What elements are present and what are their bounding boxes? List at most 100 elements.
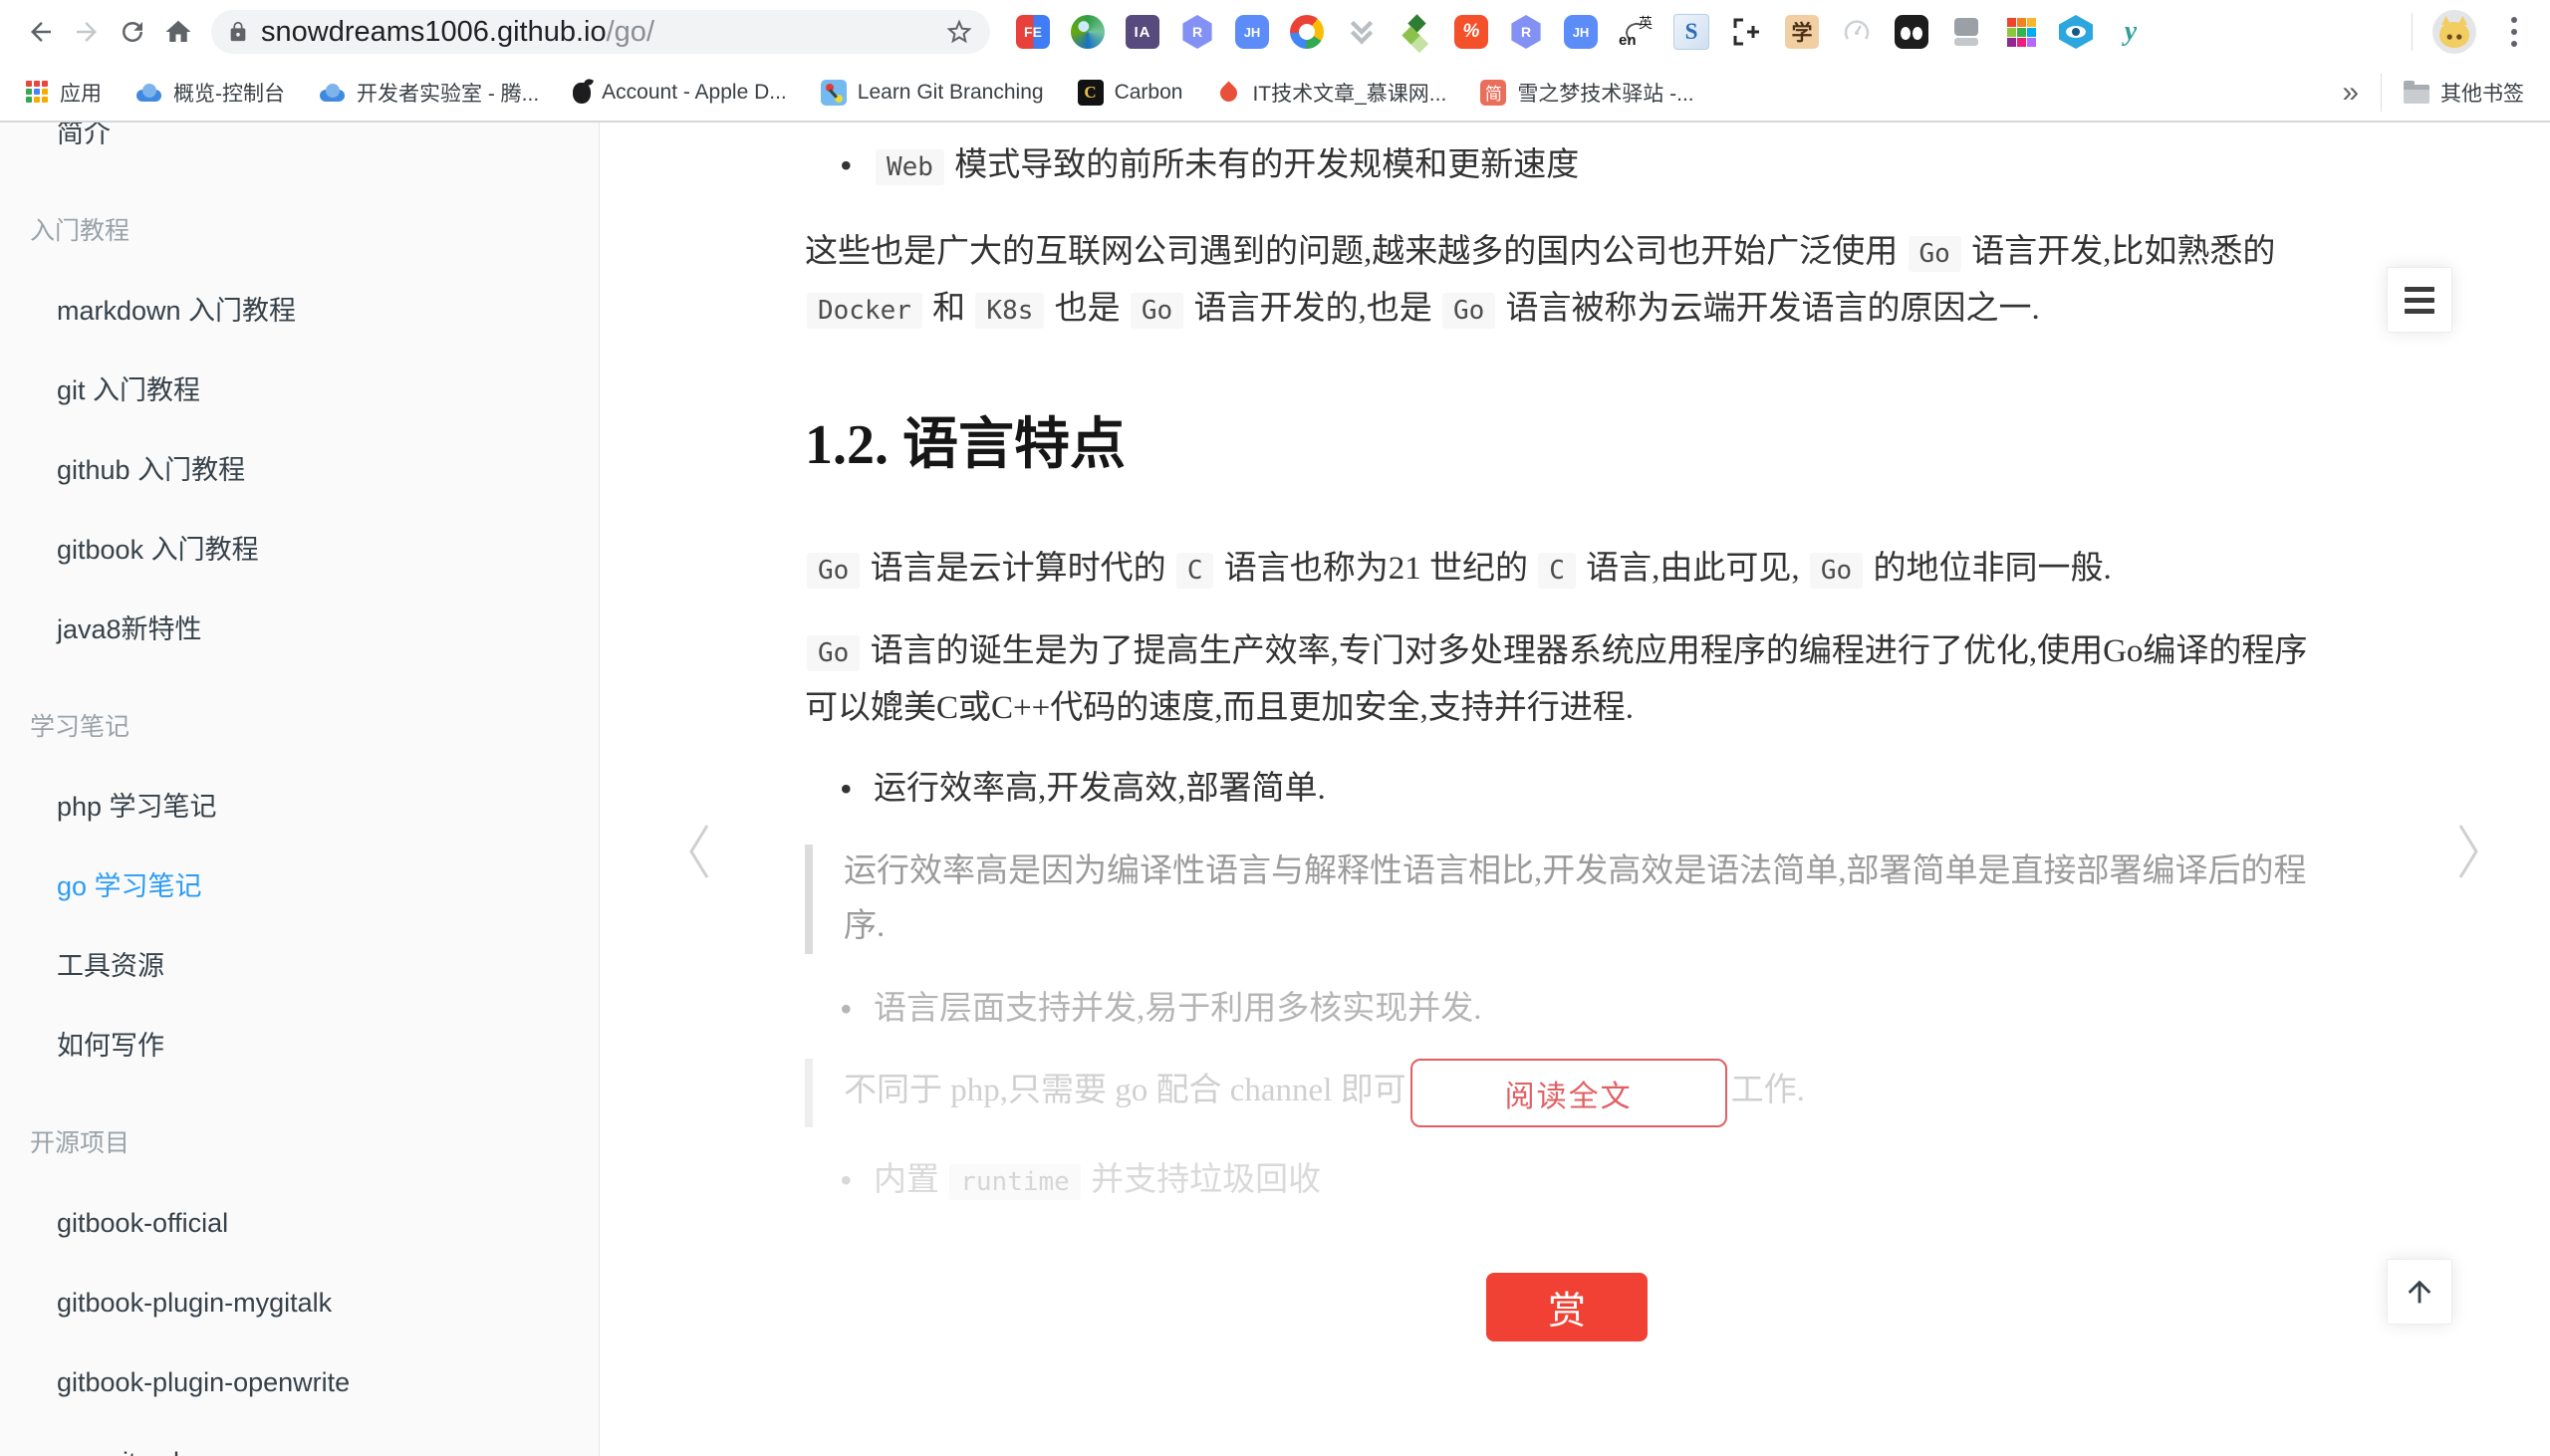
- s-letter-extension-icon[interactable]: S: [1673, 14, 1709, 50]
- list-item: 内置 runtime 并支持垃圾回收: [840, 1153, 2329, 1210]
- list-item: Web 模式导致的前所未有的开发规模和更新速度: [840, 138, 2329, 195]
- sidebar-item[interactable]: php 学习笔记: [0, 767, 599, 847]
- sidebar-section-header: 入门教程: [0, 191, 599, 271]
- sidebar-item[interactable]: git 入门教程: [0, 351, 599, 430]
- bookmark-item[interactable]: Account - Apple D...: [573, 81, 787, 105]
- screenshot-crop-extension-icon[interactable]: [1730, 15, 1764, 49]
- feature-list-faded: 语言层面支持并发,易于利用多核实现并发.: [805, 982, 2329, 1037]
- hamburger-icon: [2405, 287, 2434, 292]
- idm-globe-extension-icon[interactable]: [1071, 15, 1105, 49]
- url-host: snowdreams1006.github.io: [261, 16, 607, 48]
- bookmark-label: Learn Git Branching: [858, 81, 1044, 105]
- color-ring-extension-icon[interactable]: [1290, 15, 1324, 49]
- toc-hamburger-button[interactable]: [2387, 267, 2452, 333]
- sidebar-item[interactable]: gitbook-plugin-openwrite: [0, 1342, 599, 1422]
- chevron-right-icon: [2454, 820, 2484, 883]
- sidebar-item[interactable]: java8新特性: [0, 590, 599, 669]
- qcloud-favicon-icon: [135, 84, 162, 102]
- r-hexagon-extension-icon-2[interactable]: R: [1509, 15, 1543, 49]
- back-icon: [26, 17, 56, 47]
- jh-extension-icon[interactable]: JH: [1235, 15, 1269, 49]
- bookmarks-overflow-chevron[interactable]: »: [2342, 78, 2359, 108]
- home-button[interactable]: [155, 9, 201, 55]
- bookmark-item[interactable]: 概览-控制台: [135, 78, 285, 108]
- sidebar-item[interactable]: security-plus: [0, 1422, 599, 1456]
- bookmark-item[interactable]: 简 雪之梦技术驿站 -...: [1480, 78, 1693, 108]
- seal-character-extension-icon[interactable]: 学: [1785, 15, 1819, 49]
- sidebar-item[interactable]: markdown 入门教程: [0, 271, 599, 351]
- reload-button[interactable]: [110, 9, 155, 55]
- content-area: Web 模式导致的前所未有的开发规模和更新速度 这些也是广大的互联网公司遇到的问…: [600, 122, 2550, 1456]
- sidebar-item[interactable]: github 入门教程: [0, 430, 599, 510]
- other-bookmarks-folder[interactable]: 其他书签: [2404, 78, 2524, 108]
- avatar-cat-face: [2439, 22, 2469, 48]
- arrow-up-icon: [2403, 1275, 2436, 1309]
- read-full-button[interactable]: 阅读全文: [1410, 1059, 1727, 1127]
- gitbook-sidebar: 简介 入门教程 markdown 入门教程 git 入门教程 github 入门…: [0, 122, 600, 1456]
- bookmark-star-icon[interactable]: [944, 17, 974, 47]
- fe-helper-extension-icon[interactable]: FE: [1016, 15, 1050, 49]
- sidebar-item[interactable]: 简介: [0, 122, 599, 173]
- bookmark-item[interactable]: C Carbon: [1078, 80, 1183, 106]
- url-path: /go/: [607, 16, 654, 48]
- reward-button[interactable]: 赏: [1486, 1273, 1648, 1341]
- qcloud-favicon-icon: [319, 84, 346, 102]
- extensions-row: FE IA R JH % R JH en 英 S 学: [1016, 14, 2148, 50]
- color-grid-extension-icon[interactable]: [2004, 15, 2038, 49]
- address-bar[interactable]: snowdreams1006.github.io/go/: [211, 10, 990, 54]
- reload-icon: [118, 17, 147, 47]
- bookmark-item[interactable]: Learn Git Branching: [821, 80, 1044, 106]
- paragraph-cloud-era: Go 语言是云计算时代的 C 语言也称为21 世纪的 C 语言,由此可见, Go…: [805, 542, 2329, 599]
- sidebar-item[interactable]: gitbook-plugin-mygitalk: [0, 1263, 599, 1342]
- carousel-next-button[interactable]: [2454, 820, 2484, 888]
- green-cubes-extension-icon[interactable]: [1400, 15, 1433, 49]
- sidebar-item[interactable]: go 学习笔记: [0, 847, 599, 926]
- sidebar-section-header: 学习笔记: [0, 687, 599, 767]
- bookmark-item[interactable]: 应用: [26, 78, 102, 108]
- bookmark-item[interactable]: 开发者实验室 - 腾...: [319, 78, 539, 108]
- home-icon: [163, 17, 193, 47]
- jh-extension-icon-2[interactable]: JH: [1564, 15, 1598, 49]
- paragraph-go-birth: Go 语言的诞生是为了提高生产效率,专门对多处理器系统应用程序的编程进行了优化,…: [805, 624, 2329, 736]
- gray-device-extension-icon[interactable]: [1949, 15, 1983, 49]
- ia-extension-icon[interactable]: IA: [1126, 15, 1159, 49]
- flame-favicon-icon: [1217, 81, 1241, 105]
- bookmark-label: 开发者实验室 - 腾...: [357, 78, 539, 108]
- bookmark-label: 概览-控制台: [173, 78, 285, 108]
- bookmark-item[interactable]: IT技术文章_慕课网...: [1216, 78, 1446, 108]
- sidebar-item[interactable]: 工具资源: [0, 926, 599, 1006]
- carbon-favicon-icon: C: [1078, 80, 1104, 106]
- sidebar-item[interactable]: 如何写作: [0, 1006, 599, 1086]
- r-hexagon-extension-icon[interactable]: R: [1180, 15, 1214, 49]
- bookmark-label: IT技术文章_慕课网...: [1252, 78, 1446, 108]
- teal-y-extension-icon[interactable]: y: [2114, 15, 2148, 49]
- scroll-to-top-button[interactable]: [2387, 1259, 2452, 1325]
- translate-extension-icon[interactable]: en 英: [1619, 15, 1653, 49]
- browser-menu-button[interactable]: [2496, 10, 2532, 54]
- quote-channel-right: 工作.: [1731, 1073, 1805, 1108]
- crop-icon: [1731, 16, 1763, 48]
- apps-favicon-icon: [26, 81, 49, 104]
- carousel-prev-button[interactable]: [683, 820, 713, 888]
- quote-channel-left: 不同于 php,只需要 go 配合 channel 即可: [844, 1073, 1406, 1108]
- bookmark-label: Carbon: [1115, 81, 1183, 105]
- browser-toolbar: snowdreams1006.github.io/go/ FE IA R JH …: [0, 0, 2550, 64]
- double-chevron-extension-icon[interactable]: [1345, 15, 1379, 49]
- code-percent-extension-icon[interactable]: %: [1454, 15, 1488, 49]
- reward-row: 赏: [805, 1273, 2329, 1341]
- forward-button[interactable]: [64, 9, 110, 55]
- article-body: Web 模式导致的前所未有的开发规模和更新速度 这些也是广大的互联网公司遇到的问…: [805, 122, 2329, 1341]
- gauge-icon: [1842, 17, 1872, 47]
- sidebar-item[interactable]: gitbook-official: [0, 1183, 599, 1263]
- blue-eye-extension-icon[interactable]: [2059, 15, 2093, 49]
- profile-avatar[interactable]: [2432, 10, 2476, 54]
- gauge-extension-icon[interactable]: [1840, 15, 1874, 49]
- list-item: 运行效率高,开发高效,部署简单.: [840, 762, 2329, 817]
- back-button[interactable]: [18, 9, 64, 55]
- feature-list-top: Web 模式导致的前所未有的开发规模和更新速度: [805, 138, 2329, 195]
- blockquote-efficiency: 运行效率高是因为编译性语言与解释性语言相比,开发高效是语法简单,部署简单是直接部…: [805, 845, 2329, 954]
- tampermonkey-extension-icon[interactable]: [1895, 15, 1928, 49]
- bookmarks-bar: 应用 概览-控制台 开发者实验室 - 腾... Account - Apple …: [0, 64, 2550, 121]
- sidebar-item[interactable]: gitbook 入门教程: [0, 510, 599, 590]
- forward-icon: [72, 17, 102, 47]
